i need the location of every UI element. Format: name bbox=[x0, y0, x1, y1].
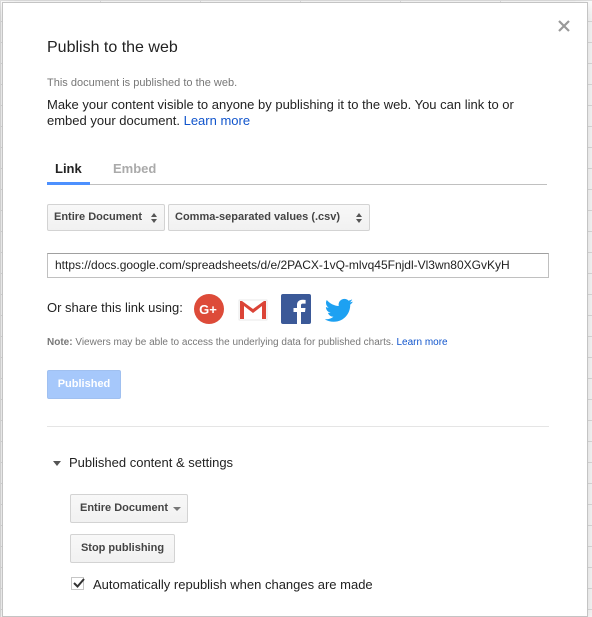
tab-embed[interactable]: Embed bbox=[113, 161, 156, 176]
active-tab-indicator bbox=[47, 182, 90, 185]
auto-republish-label[interactable]: Automatically republish when changes are… bbox=[93, 577, 373, 592]
checkmark-icon bbox=[73, 578, 85, 588]
tab-bar: Link Embed bbox=[47, 157, 547, 185]
up-down-arrows-icon bbox=[151, 213, 157, 223]
twitter-icon[interactable] bbox=[323, 293, 355, 325]
dialog-title: Publish to the web bbox=[47, 39, 178, 56]
note-prefix: Note: bbox=[47, 337, 73, 348]
up-down-arrows-icon bbox=[356, 213, 362, 223]
note-text: Viewers may be able to access the underl… bbox=[75, 337, 394, 348]
range-select-value: Entire Document bbox=[54, 211, 143, 223]
publish-dialog: Publish to the web This document is publ… bbox=[2, 2, 588, 617]
published-settings-label: Published content & settings bbox=[69, 455, 234, 470]
gmail-icon[interactable] bbox=[237, 293, 269, 325]
facebook-icon[interactable] bbox=[280, 293, 312, 325]
format-select[interactable]: Comma-separated values (.csv) bbox=[168, 204, 370, 231]
published-settings-toggle[interactable]: Published content & settings bbox=[53, 455, 233, 470]
published-status-note: This document is published to the web. bbox=[47, 77, 238, 89]
close-icon[interactable] bbox=[557, 19, 573, 35]
note-learn-more-link[interactable]: Learn more bbox=[396, 337, 447, 348]
chevron-down-icon bbox=[173, 507, 181, 511]
viewer-note: Note: Viewers may be able to access the … bbox=[47, 337, 448, 348]
published-button[interactable]: Published bbox=[47, 370, 121, 399]
section-divider bbox=[47, 426, 549, 427]
published-range-value: Entire Document bbox=[80, 502, 169, 514]
tab-link[interactable]: Link bbox=[55, 161, 82, 176]
description-text: Make your content visible to anyone by p… bbox=[47, 97, 514, 128]
triangle-down-icon bbox=[53, 461, 61, 467]
format-select-value: Comma-separated values (.csv) bbox=[175, 211, 341, 223]
stop-publishing-button[interactable]: Stop publishing bbox=[70, 534, 175, 563]
auto-republish-checkbox[interactable] bbox=[71, 577, 85, 590]
learn-more-link[interactable]: Learn more bbox=[184, 113, 250, 128]
svg-text:G+: G+ bbox=[199, 302, 217, 317]
dialog-description: Make your content visible to anyone by p… bbox=[47, 97, 537, 129]
published-range-dropdown[interactable]: Entire Document bbox=[70, 494, 188, 523]
share-label: Or share this link using: bbox=[47, 300, 183, 315]
google-plus-icon[interactable]: G+ bbox=[193, 293, 225, 325]
range-select[interactable]: Entire Document bbox=[47, 204, 165, 231]
published-url-field[interactable]: https://docs.google.com/spreadsheets/d/e… bbox=[47, 253, 549, 278]
